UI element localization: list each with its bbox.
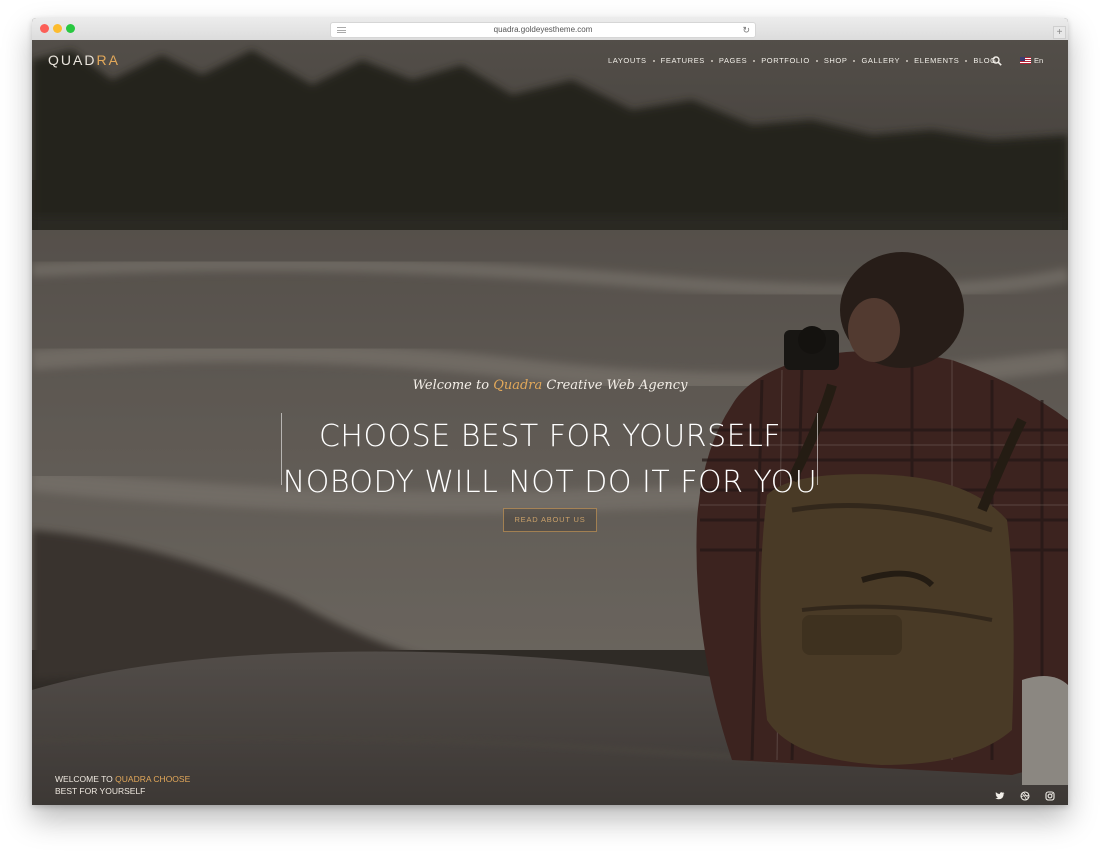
nav-pages[interactable]: PAGES [719, 56, 761, 65]
hero-section: QUADRA LAYOUTS FEATURES PAGES PORTFOLIO … [32, 40, 1068, 805]
browser-window: quadra.goldeyestheme.com ↻ + QUADRA LAYO… [32, 18, 1068, 805]
social-links [980, 788, 1055, 801]
nav-elements[interactable]: ELEMENTS [914, 56, 973, 65]
welcome-accent: Quadra [493, 378, 543, 393]
logo-accent-text: RA [96, 52, 120, 68]
reader-icon[interactable] [337, 27, 346, 33]
browser-titlebar: quadra.goldeyestheme.com ↻ + [32, 18, 1068, 41]
close-window-button[interactable] [40, 24, 49, 33]
maximize-window-button[interactable] [66, 24, 75, 33]
welcome-suffix: Creative Web Agency [546, 378, 688, 393]
language-label: En [1034, 56, 1044, 65]
nav-layouts[interactable]: LAYOUTS [608, 56, 661, 65]
us-flag-icon [1020, 57, 1031, 64]
reload-icon[interactable]: ↻ [742, 23, 750, 37]
headline-line-1: CHOOSE BEST FOR YOURSELF [318, 419, 782, 454]
dribbble-icon[interactable] [1020, 788, 1030, 801]
search-icon[interactable] [992, 56, 1002, 66]
url-text: quadra.goldeyestheme.com [493, 25, 593, 34]
nav-shop[interactable]: SHOP [824, 56, 862, 65]
hero-headline: CHOOSE BEST FOR YOURSELF NOBODY WILL NOT… [282, 414, 818, 506]
nav-gallery[interactable]: GALLERY [861, 56, 914, 65]
twitter-icon[interactable] [995, 788, 1005, 800]
language-switcher[interactable]: En [1020, 56, 1043, 65]
logo-text: QUAD [48, 52, 97, 68]
nav-features[interactable]: FEATURES [661, 56, 719, 65]
address-bar[interactable]: quadra.goldeyestheme.com ↻ [330, 22, 756, 38]
nav-portfolio[interactable]: PORTFOLIO [761, 56, 824, 65]
minimize-window-button[interactable] [53, 24, 62, 33]
read-about-us-button[interactable]: READ ABOUT US [503, 508, 597, 532]
welcome-prefix: Welcome to [412, 378, 490, 393]
instagram-icon[interactable] [1045, 788, 1055, 801]
headline-line-2: NOBODY WILL NOT DO IT FOR YOU [282, 465, 818, 500]
main-nav: LAYOUTS FEATURES PAGES PORTFOLIO SHOP GA… [608, 56, 997, 65]
new-tab-button[interactable]: + [1053, 26, 1066, 39]
site-logo[interactable]: QUADRA [48, 52, 120, 68]
hero-welcome: Welcome to Quadra Creative Web Agency [32, 378, 1068, 393]
footer-tagline: WELCOME TO QUADRA CHOOSE BEST FOR YOURSE… [55, 774, 191, 796]
